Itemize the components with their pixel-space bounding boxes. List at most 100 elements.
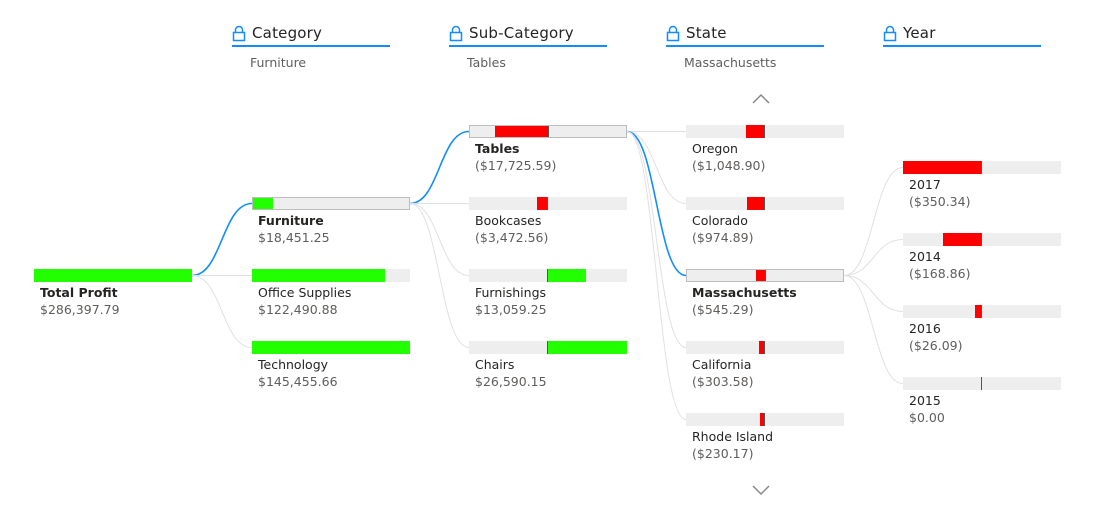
node-label: Chairs (475, 357, 515, 372)
profit-bar (547, 269, 587, 282)
zero-baseline (547, 197, 548, 210)
bar-track[interactable] (252, 197, 410, 210)
bar-track[interactable] (903, 377, 1061, 390)
connector-state (626, 131, 687, 348)
connector-category (191, 275, 253, 348)
profit-bar (252, 341, 410, 354)
node-value: ($974.89) (692, 230, 754, 245)
column-header-year[interactable]: Year (883, 22, 1041, 55)
zero-baseline (764, 125, 765, 138)
connector-year (843, 275, 904, 384)
profit-bar (903, 161, 981, 174)
node-label: Massachusetts (692, 285, 797, 300)
node-value: $145,455.66 (258, 374, 338, 389)
bar-track[interactable] (469, 125, 627, 138)
column-header-sub-category[interactable]: Sub-Category Tables (449, 22, 607, 70)
node-value: ($168.86) (909, 266, 971, 281)
column-header-category[interactable]: Category Furniture (232, 22, 390, 70)
bar-track[interactable] (903, 233, 1061, 246)
bar-track[interactable] (252, 341, 410, 354)
column-title: Category (252, 24, 323, 42)
connector-state (626, 130, 687, 277)
node-value: ($1,048.90) (692, 158, 766, 173)
zero-baseline (547, 269, 548, 282)
connector-year (843, 239, 904, 276)
column-selected-value: Tables (467, 55, 506, 70)
lock-icon[interactable] (232, 25, 246, 42)
node-label: Rhode Island (692, 429, 774, 444)
connector-year (843, 275, 904, 312)
chevron-up-icon[interactable] (751, 93, 771, 105)
profit-bar (494, 126, 548, 137)
node-label: Technology (258, 357, 329, 372)
bar-track[interactable] (686, 413, 844, 426)
zero-baseline (548, 126, 549, 137)
node-label: Colorado (692, 213, 748, 228)
bar-track[interactable] (686, 197, 844, 210)
profit-bar (252, 269, 386, 282)
node-label: Furniture (258, 213, 324, 228)
zero-baseline (764, 197, 765, 210)
node-label: Oregon (692, 141, 738, 156)
bar-track[interactable] (252, 269, 410, 282)
column-header-state[interactable]: State Massachusetts (666, 22, 824, 70)
column-title: State (686, 24, 727, 42)
bar-track[interactable] (903, 161, 1061, 174)
decomposition-tree: Category Furniture Sub-Category Tables S… (0, 0, 1094, 513)
node-label: 2017 (909, 177, 941, 192)
column-title: Year (903, 24, 936, 42)
node-value: ($26.09) (909, 338, 963, 353)
node-label: California (692, 357, 752, 372)
zero-baseline (764, 413, 765, 426)
column-title: Sub-Category (469, 24, 574, 42)
zero-baseline (981, 305, 982, 318)
profit-bar (253, 198, 274, 209)
bar-track[interactable] (686, 125, 844, 138)
node-label: 2016 (909, 321, 941, 336)
node-value: $26,590.15 (475, 374, 547, 389)
column-selected-value: Furniture (250, 55, 307, 70)
node-label: Tables (475, 141, 520, 156)
node-label: Furnishings (475, 285, 547, 300)
node-label: Bookcases (475, 213, 542, 228)
profit-bar (536, 197, 547, 210)
zero-baseline (981, 161, 982, 174)
profit-bar (746, 125, 764, 138)
bar-track[interactable] (686, 341, 844, 354)
lock-icon[interactable] (449, 25, 463, 42)
node-value: ($230.17) (692, 446, 754, 461)
connector-state (626, 131, 687, 420)
profit-bar (747, 197, 764, 210)
node-value: $286,397.79 (40, 302, 120, 317)
connector-category (191, 202, 253, 277)
zero-baseline (764, 341, 765, 354)
node-label: 2015 (909, 393, 941, 408)
node-value: $13,059.25 (475, 302, 547, 317)
node-value: $122,490.88 (258, 302, 338, 317)
lock-icon[interactable] (883, 25, 897, 42)
zero-baseline (981, 233, 982, 246)
connector-subcategory (409, 203, 470, 276)
zero-baseline (547, 341, 548, 354)
bar-track[interactable] (903, 305, 1061, 318)
zero-baseline (981, 377, 982, 390)
connector-subcategory (409, 130, 470, 205)
zero-baseline (765, 270, 766, 281)
profit-bar (34, 269, 192, 282)
node-label: Office Supplies (258, 285, 352, 300)
node-value: ($17,725.59) (475, 158, 557, 173)
bar-track[interactable] (34, 269, 192, 282)
bar-track[interactable] (469, 269, 627, 282)
column-selected-value: Massachusetts (684, 55, 777, 70)
profit-bar (755, 270, 765, 281)
bar-track[interactable] (469, 341, 627, 354)
node-value: ($545.29) (692, 302, 754, 317)
bar-track[interactable] (686, 269, 844, 282)
node-label: Total Profit (40, 285, 118, 300)
bar-track[interactable] (469, 197, 627, 210)
chevron-down-icon[interactable] (751, 484, 771, 496)
node-value: $0.00 (909, 410, 945, 425)
node-value: ($350.34) (909, 194, 971, 209)
connector-year (843, 167, 904, 276)
lock-icon[interactable] (666, 25, 680, 42)
